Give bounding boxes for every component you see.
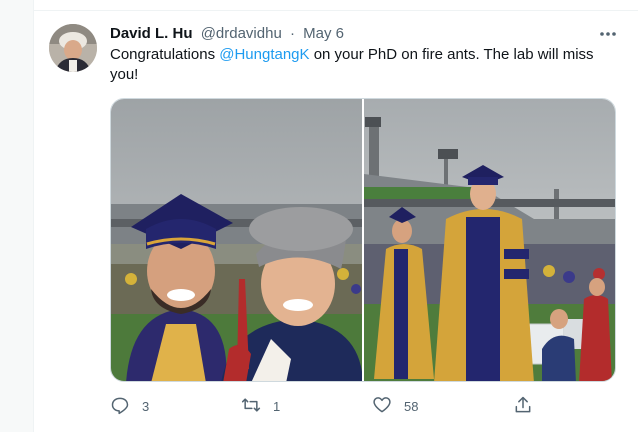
- like-button[interactable]: 58: [372, 394, 418, 418]
- page: David L. Hu @drdavidhu · May 6 Congratul…: [0, 0, 638, 432]
- tweet-text-before: Congratulations: [110, 46, 220, 63]
- tweet-date[interactable]: May 6: [303, 25, 344, 42]
- photo-selfie[interactable]: [111, 99, 362, 381]
- photo-graduates[interactable]: [364, 99, 615, 381]
- more-icon[interactable]: [596, 22, 620, 46]
- retweet-button[interactable]: 1: [241, 394, 280, 418]
- share-icon: [513, 395, 533, 418]
- retweet-icon: [241, 395, 261, 418]
- mention-link[interactable]: @HungtangK: [219, 46, 309, 63]
- reply-button[interactable]: 3: [110, 394, 149, 418]
- reply-count: 3: [142, 398, 150, 414]
- retweet-count: 1: [273, 398, 281, 414]
- separator-dot: ·: [289, 25, 295, 42]
- reply-icon: [110, 395, 130, 418]
- heart-icon: [372, 395, 392, 418]
- tweet-header: David L. Hu @drdavidhu · May 6: [110, 25, 344, 45]
- author-handle[interactable]: @drdavidhu: [201, 25, 282, 42]
- avatar[interactable]: [49, 24, 97, 72]
- author-name[interactable]: David L. Hu: [110, 25, 193, 42]
- media-grid: [110, 98, 616, 382]
- like-count: 58: [404, 398, 419, 414]
- share-button[interactable]: [513, 394, 533, 418]
- tweet-card[interactable]: David L. Hu @drdavidhu · May 6 Congratul…: [33, 0, 638, 432]
- divider: [34, 10, 638, 11]
- tweet-text: Congratulations @HungtangK on your PhD o…: [110, 45, 620, 85]
- tweet-actions: 3 1 58: [110, 394, 580, 418]
